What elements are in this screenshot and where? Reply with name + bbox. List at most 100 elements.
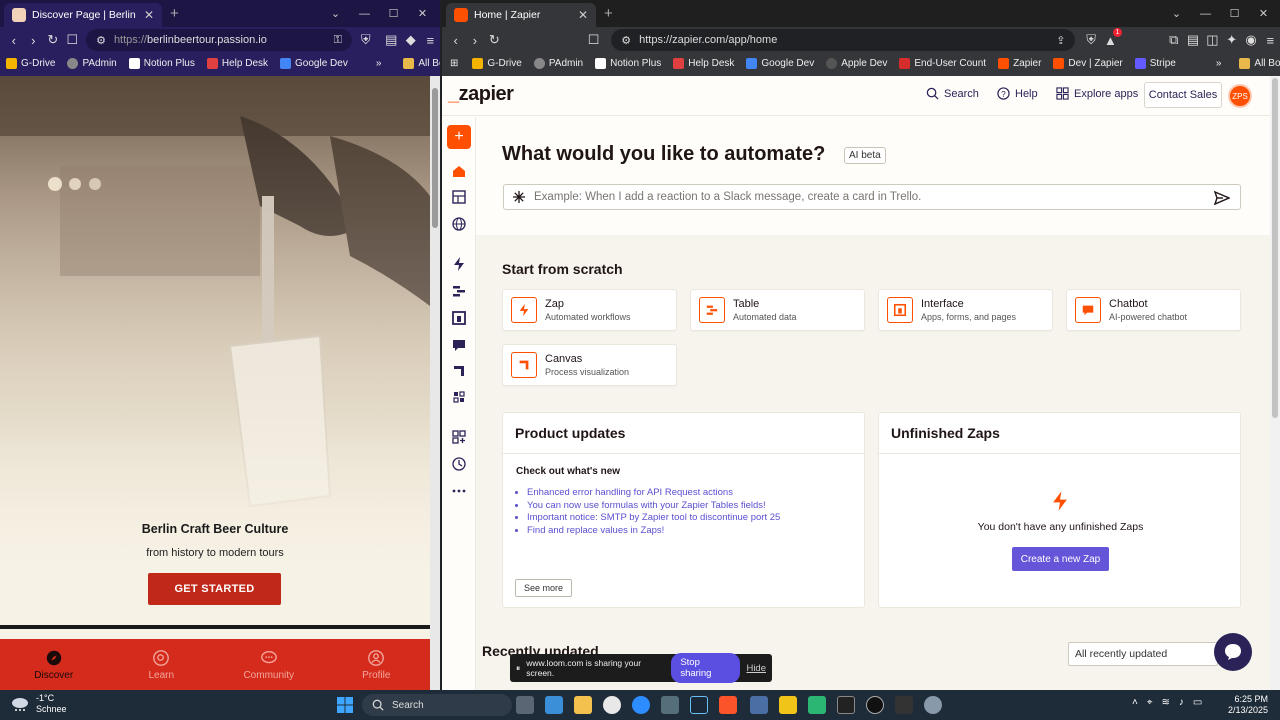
right-address-bar[interactable]: ⚙ https://zapier.com/app/home ⇪: [611, 29, 1076, 51]
ai-prompt-input[interactable]: Example: When I add a reaction to a Slac…: [503, 184, 1241, 210]
nav-community[interactable]: Community: [229, 649, 309, 681]
more-icon[interactable]: [451, 483, 467, 499]
bookmark-item[interactable]: G-Drive: [0, 57, 61, 69]
canvas-card[interactable]: Canvas Process visualization: [502, 344, 677, 386]
tray-chevron-icon[interactable]: ˄: [1132, 697, 1138, 708]
interfaces-icon[interactable]: [451, 310, 467, 326]
app-w-icon[interactable]: [808, 696, 826, 714]
minimize-icon[interactable]: —: [1191, 8, 1220, 20]
app-directory-icon[interactable]: [451, 429, 467, 445]
stop-sharing-button[interactable]: Stop sharing: [671, 653, 741, 683]
send-icon[interactable]: [1214, 190, 1230, 206]
leo-icon[interactable]: ✦: [1222, 32, 1241, 48]
password-key-icon[interactable]: ⚿: [334, 34, 342, 47]
notes-icon[interactable]: [779, 696, 797, 714]
bookmark-icon[interactable]: ☐: [584, 32, 603, 48]
close-tab-icon[interactable]: ✕: [144, 8, 154, 22]
vpn-icon[interactable]: ◉: [1241, 32, 1260, 48]
bookmark-item[interactable]: Zapier: [992, 57, 1047, 69]
create-new-zap-button[interactable]: Create a new Zap: [1012, 547, 1109, 571]
photos-icon[interactable]: [545, 696, 563, 714]
new-tab-icon[interactable]: +: [604, 5, 613, 22]
location-icon[interactable]: ⌖: [1147, 697, 1153, 708]
globe-icon[interactable]: [451, 216, 467, 232]
menu-icon[interactable]: ≡: [421, 33, 441, 48]
explore-apps-link[interactable]: Explore apps: [1056, 87, 1138, 100]
dashboard-icon[interactable]: [451, 189, 467, 205]
canvas-icon[interactable]: [451, 363, 467, 379]
new-tab-icon[interactable]: +: [170, 5, 179, 22]
settings-icon[interactable]: [924, 696, 942, 714]
bookmark-item[interactable]: Apple Dev: [820, 57, 893, 69]
search-link[interactable]: Search: [926, 87, 979, 100]
all-bookmarks[interactable]: All Bookmarks: [397, 57, 440, 69]
close-tab-icon[interactable]: ✕: [578, 8, 588, 22]
hide-link[interactable]: Hide: [746, 663, 766, 674]
contact-sales-button[interactable]: Contact Sales: [1144, 82, 1222, 108]
bookmark-item[interactable]: Notion Plus: [589, 57, 667, 69]
home-icon[interactable]: [451, 163, 467, 179]
reload-icon[interactable]: ↻: [485, 32, 504, 48]
support-chat-button[interactable]: [1214, 633, 1252, 671]
menu-icon[interactable]: ≡: [1261, 33, 1280, 48]
reload-icon[interactable]: ↻: [43, 32, 63, 48]
tab-search-icon[interactable]: ⌄: [1162, 7, 1191, 20]
bookmark-item[interactable]: End-User Count: [893, 57, 992, 69]
update-link[interactable]: You can now use formulas with your Zapie…: [527, 500, 780, 511]
left-active-tab[interactable]: Discover Page | Berlin Beer Tour ✕: [4, 3, 162, 27]
create-plus-button[interactable]: +: [447, 125, 471, 149]
chrome-icon[interactable]: [603, 696, 621, 714]
sidebar-icon[interactable]: ▤: [1183, 32, 1202, 48]
apps-grid-icon[interactable]: ⊞: [442, 58, 466, 69]
volume-icon[interactable]: ♪: [1179, 697, 1184, 708]
scroll-thumb[interactable]: [432, 88, 438, 228]
interface-card[interactable]: Interface Apps, forms, and pages: [878, 289, 1053, 331]
maximize-icon[interactable]: ☐: [379, 7, 408, 20]
brave-rewards-icon[interactable]: ▲ 1: [1101, 27, 1123, 48]
extensions-icon[interactable]: ⧉: [1164, 32, 1183, 48]
forward-icon[interactable]: ›: [24, 33, 44, 48]
windows-start-icon[interactable]: [337, 697, 353, 713]
bookmark-item[interactable]: Help Desk: [201, 57, 274, 69]
bookmark-icon[interactable]: ☐: [63, 32, 83, 48]
wifi-icon[interactable]: ≋: [1161, 697, 1169, 708]
brave-icon[interactable]: [719, 696, 737, 714]
zap-card[interactable]: Zap Automated workflows: [502, 289, 677, 331]
history-icon[interactable]: [451, 456, 467, 472]
bookmark-item[interactable]: PAdmin: [61, 57, 122, 69]
scroll-thumb[interactable]: [1272, 78, 1278, 418]
brave-shield-icon[interactable]: ⛨: [356, 32, 376, 48]
wallet-icon[interactable]: ◫: [1203, 32, 1222, 48]
all-bookmarks[interactable]: All Bookmarks: [1233, 57, 1280, 69]
taskbar-clock[interactable]: 6:25 PM 2/13/2025: [1224, 694, 1268, 716]
chatbot-card[interactable]: Chatbot AI-powered chatbot: [1066, 289, 1241, 331]
more-bookmarks-icon[interactable]: »: [1216, 58, 1222, 69]
brave-shield-icon[interactable]: ⛨: [1081, 32, 1100, 48]
bookmark-item[interactable]: G-Drive: [466, 57, 527, 69]
nav-profile[interactable]: Profile: [336, 649, 416, 681]
update-link[interactable]: Enhanced error handling for API Request …: [527, 487, 780, 498]
bookmark-item[interactable]: Dev | Zapier: [1047, 57, 1128, 69]
see-more-button[interactable]: See more: [515, 579, 573, 597]
right-scrollbar[interactable]: [1270, 76, 1280, 690]
close-window-icon[interactable]: ✕: [408, 7, 437, 20]
recent-filter-select[interactable]: All recently updated: [1068, 642, 1218, 666]
sidebar-icon[interactable]: ▤: [381, 32, 401, 48]
update-link[interactable]: Important notice: SMTP by Zapier tool to…: [527, 512, 780, 523]
site-info-icon[interactable]: ⚙: [621, 34, 631, 47]
bookmark-item[interactable]: Stripe: [1129, 57, 1182, 69]
drag-handle-icon[interactable]: ⏸: [516, 663, 520, 674]
battery-icon[interactable]: ▭: [1193, 697, 1202, 708]
back-icon[interactable]: ‹: [446, 33, 465, 48]
tab-search-icon[interactable]: ⌄: [321, 7, 350, 20]
weather-widget[interactable]: -1°C Schnee: [10, 693, 67, 715]
zap-icon[interactable]: [451, 256, 467, 272]
zapier-tab[interactable]: Home | Zapier ✕: [446, 3, 596, 27]
left-address-bar[interactable]: ⚙ https://berlinbeertour.passion.io ⚿: [86, 29, 352, 51]
nav-discover[interactable]: Discover: [14, 649, 94, 681]
transfer-icon[interactable]: [451, 389, 467, 405]
remote-desktop-icon[interactable]: [750, 696, 768, 714]
close-window-icon[interactable]: ✕: [1249, 7, 1278, 20]
get-started-button[interactable]: GET STARTED: [148, 573, 281, 605]
update-link[interactable]: Find and replace values in Zaps!: [527, 525, 780, 536]
